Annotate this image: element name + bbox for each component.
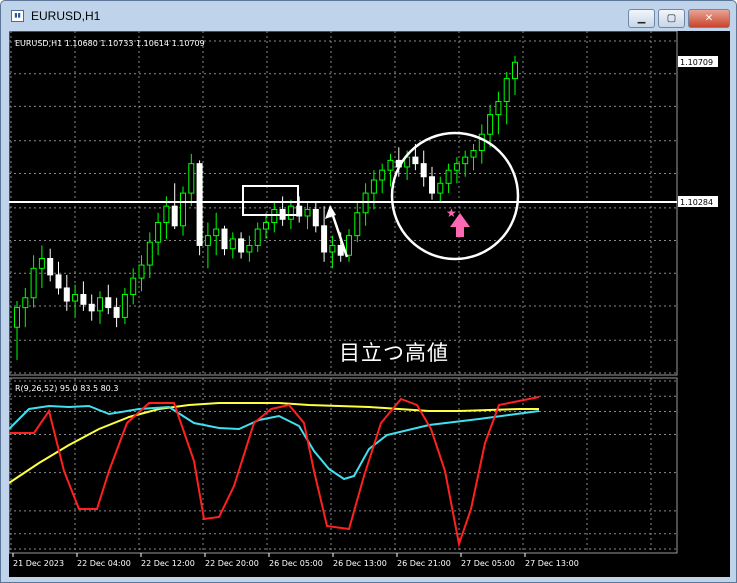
time-tick-label: 22 Dec 04:00: [77, 559, 131, 568]
chart-canvas[interactable]: ★ EURUSD,H1 1.10680 1.10733 1.10614 1.10…: [8, 30, 730, 577]
candle: [196, 160, 203, 256]
time-tick-label: 22 Dec 12:00: [141, 559, 195, 568]
close-button[interactable]: ✕: [688, 9, 730, 28]
indicator-axis: 120 100 80 50 0.00 -50 -80 -100: [681, 377, 699, 554]
price-tick-label: 1.09860: [681, 336, 714, 345]
price-tick-label: 1.09965: [681, 302, 714, 311]
maximize-icon: ▢: [666, 13, 677, 24]
time-tick-label: 27 Dec 05:00: [461, 559, 515, 568]
indicator-tick-label: -80: [681, 530, 694, 539]
price-tick-label: 1.10575: [681, 102, 714, 111]
time-tick-label: 22 Dec 20:00: [205, 559, 259, 568]
window-title: EURUSD,H1: [31, 9, 101, 23]
indicator-tick-label: -50: [681, 507, 694, 516]
indicator-tick-label: 80: [681, 408, 691, 417]
time-tick-label: 26 Dec 05:00: [269, 559, 323, 568]
indicator-panel-frame: [8, 377, 678, 554]
mt4-chart-window: ▮▮ EURUSD,H1 ▁ ▢ ✕ ★ EURUSD,H1 1.10680 1…: [0, 0, 737, 583]
time-axis: 21 Dec 2023 22 Dec 04:00 22 Dec 12:00 22 De…: [12, 553, 579, 568]
time-tick-label: 26 Dec 21:00: [397, 559, 451, 568]
price-tick-label: 1.10675: [681, 70, 714, 79]
price-chart-header: EURUSD,H1 1.10680 1.10733 1.10614 1.1070…: [15, 39, 205, 48]
title-bar[interactable]: ▮▮ EURUSD,H1 ▁ ▢ ✕: [1, 1, 736, 31]
indicator-header: R(9,26,52) 95.0 83.5 80.3: [15, 384, 118, 393]
chart-area[interactable]: ★ EURUSD,H1 1.10680 1.10733 1.10614 1.10…: [8, 30, 730, 577]
indicator-tick-label: 0.00: [681, 469, 699, 478]
price-tick-label: 1.10470: [681, 137, 714, 146]
chart-window-icon: ▮▮: [11, 10, 24, 22]
time-tick-label: 27 Dec 13:00: [525, 559, 579, 568]
price-tick-label: 1.10370: [681, 169, 714, 178]
price-tick-label: 1.10775: [681, 37, 714, 46]
minimize-icon: ▁: [637, 13, 646, 24]
time-tick-label: 26 Dec 13:00: [333, 559, 387, 568]
price-tick-label: 1.10065: [681, 269, 714, 278]
minimize-button[interactable]: ▁: [628, 9, 655, 28]
close-icon: ✕: [704, 13, 714, 24]
svg-text:★: ★: [446, 206, 457, 220]
current-price-label: 1.10709: [680, 58, 713, 67]
price-axis: 1.10775 1.10675 1.10575 1.10470 1.10370 1.102…: [681, 37, 714, 378]
annotation-label: 目立つ高値: [339, 341, 449, 365]
indicator-tick-label: 120: [681, 377, 696, 386]
maximize-button[interactable]: ▢: [658, 9, 685, 28]
price-tick-label: 1.10165: [681, 237, 714, 246]
indicator-tick-label: 50: [681, 430, 691, 439]
line-price-label: 1.10284: [680, 198, 713, 207]
time-tick-label: 21 Dec 2023: [13, 559, 64, 568]
indicator-tick-label: -100: [681, 545, 699, 554]
indicator-tick-label: 100: [681, 392, 696, 401]
